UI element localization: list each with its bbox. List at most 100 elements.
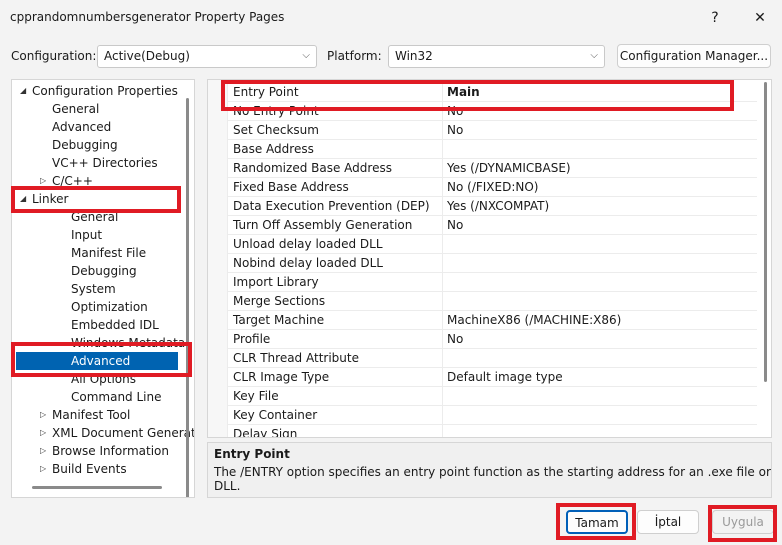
configuration-manager-button[interactable]: Configuration Manager... bbox=[617, 44, 771, 68]
property-row[interactable]: Nobind delay loaded DLL bbox=[228, 254, 757, 273]
collapsed-arrow-icon[interactable]: ▷ bbox=[40, 172, 46, 190]
property-name: Nobind delay loaded DLL bbox=[233, 256, 383, 270]
property-value[interactable]: No (/FIXED:NO) bbox=[447, 180, 539, 194]
tree-item[interactable]: All Options bbox=[12, 370, 182, 388]
tree-item[interactable]: ▷ C/C++ bbox=[12, 172, 182, 190]
property-name: Set Checksum bbox=[233, 123, 319, 137]
tree-horizontal-scrollbar[interactable] bbox=[32, 486, 162, 489]
property-name: Entry Point bbox=[233, 85, 299, 99]
tree-item-label: XML Document Generator bbox=[52, 426, 195, 440]
property-tree: ◢ Configuration Properties General Advanced… bbox=[11, 79, 195, 498]
platform-label: Platform: bbox=[327, 49, 382, 63]
platform-select[interactable]: Win32 ⌵ bbox=[388, 45, 605, 68]
tree-item-label: Linker bbox=[32, 192, 69, 206]
property-row[interactable]: CLR Image Type Default image type bbox=[228, 368, 757, 387]
tree-item[interactable]: VC++ Directories bbox=[12, 154, 182, 172]
property-row[interactable]: Set Checksum No bbox=[228, 121, 757, 140]
apply-button[interactable]: Uygula bbox=[712, 510, 774, 534]
tree-item[interactable]: Optimization bbox=[12, 298, 182, 316]
tree-item-label: Debugging bbox=[71, 264, 137, 278]
property-value[interactable]: Yes (/NXCOMPAT) bbox=[447, 199, 549, 213]
property-value[interactable]: Main bbox=[447, 85, 480, 99]
chevron-down-icon: ⌵ bbox=[590, 50, 598, 61]
property-name: Base Address bbox=[233, 142, 314, 156]
ok-button[interactable]: Tamam bbox=[566, 510, 628, 534]
property-row[interactable]: Randomized Base Address Yes (/DYNAMICBASE… bbox=[228, 159, 757, 178]
property-value[interactable]: No bbox=[447, 104, 463, 118]
property-value[interactable]: Yes (/DYNAMICBASE) bbox=[447, 161, 571, 175]
property-name: Data Execution Prevention (DEP) bbox=[233, 199, 430, 213]
property-name: Profile bbox=[233, 332, 271, 346]
property-row[interactable]: Entry Point Main bbox=[228, 83, 757, 102]
tree-item[interactable]: Input bbox=[12, 226, 182, 244]
tree-item-label: C/C++ bbox=[52, 174, 93, 188]
tree-item[interactable]: Advanced bbox=[12, 118, 182, 136]
column-divider bbox=[442, 178, 443, 197]
property-value[interactable]: Default image type bbox=[447, 370, 563, 384]
grid-gutter bbox=[208, 80, 228, 437]
tree-item[interactable]: General bbox=[12, 100, 182, 118]
property-row[interactable]: Data Execution Prevention (DEP) Yes (/NXC… bbox=[228, 197, 757, 216]
column-divider bbox=[442, 292, 443, 311]
property-row[interactable]: CLR Thread Attribute bbox=[228, 349, 757, 368]
tree-item-label: Browse Information bbox=[52, 444, 169, 458]
tree-item[interactable]: ▷ Manifest Tool bbox=[12, 406, 182, 424]
column-divider bbox=[442, 83, 443, 102]
collapsed-arrow-icon[interactable]: ▷ bbox=[40, 406, 46, 424]
property-value[interactable]: MachineX86 (/MACHINE:X86) bbox=[447, 313, 621, 327]
window-title: cpprandomnumbersgenerator Property Pages bbox=[10, 10, 285, 24]
column-divider bbox=[442, 311, 443, 330]
property-value[interactable]: No bbox=[447, 218, 463, 232]
collapsed-arrow-icon[interactable]: ▷ bbox=[40, 460, 46, 478]
property-row[interactable]: Target Machine MachineX86 (/MACHINE:X86) bbox=[228, 311, 757, 330]
tree-item-label: Configuration Properties bbox=[32, 84, 178, 98]
column-divider bbox=[442, 197, 443, 216]
tree-item[interactable]: System bbox=[12, 280, 182, 298]
property-name: Merge Sections bbox=[233, 294, 326, 308]
property-row[interactable]: Delay Sign bbox=[228, 425, 757, 437]
property-row[interactable]: No Entry Point No bbox=[228, 102, 757, 121]
tree-item[interactable]: ◢ Linker bbox=[12, 190, 182, 208]
tree-item[interactable]: ▷ Browse Information bbox=[12, 442, 182, 460]
description-title: Entry Point bbox=[214, 447, 290, 461]
tree-item[interactable]: Windows Metadata bbox=[12, 334, 185, 352]
tree-item[interactable]: ▷ XML Document Generator bbox=[12, 424, 194, 442]
property-value[interactable]: No bbox=[447, 123, 463, 137]
tree-item[interactable]: ◢ Configuration Properties bbox=[12, 82, 182, 100]
property-row[interactable]: Fixed Base Address No (/FIXED:NO) bbox=[228, 178, 757, 197]
tree-item[interactable]: Embedded IDL bbox=[12, 316, 182, 334]
property-row[interactable]: Key Container bbox=[228, 406, 757, 425]
tree-item[interactable]: ▷ Build Events bbox=[12, 460, 182, 478]
help-icon[interactable]: ? bbox=[700, 6, 730, 30]
description-text: The /ENTRY option specifies an entry poi… bbox=[214, 465, 771, 493]
close-icon[interactable]: ✕ bbox=[745, 6, 775, 30]
property-row[interactable]: Base Address bbox=[228, 140, 757, 159]
tree-item-label: Advanced bbox=[71, 354, 131, 368]
cancel-button[interactable]: İptal bbox=[637, 510, 699, 534]
configuration-select[interactable]: Active(Debug) ⌵ bbox=[97, 45, 317, 68]
property-row[interactable]: Merge Sections bbox=[228, 292, 757, 311]
property-value[interactable]: No bbox=[447, 332, 463, 346]
tree-item[interactable]: Debugging bbox=[12, 262, 182, 280]
tree-item[interactable]: Advanced bbox=[16, 352, 178, 370]
property-row[interactable]: Turn Off Assembly Generation No bbox=[228, 216, 757, 235]
tree-item[interactable]: Manifest File bbox=[12, 244, 182, 262]
property-row[interactable]: Key File bbox=[228, 387, 757, 406]
property-name: Unload delay loaded DLL bbox=[233, 237, 383, 251]
expanded-arrow-icon[interactable]: ◢ bbox=[20, 190, 26, 208]
property-name: Turn Off Assembly Generation bbox=[233, 218, 413, 232]
tree-vertical-scrollbar[interactable] bbox=[186, 98, 189, 497]
property-row[interactable]: Profile No bbox=[228, 330, 757, 349]
collapsed-arrow-icon[interactable]: ▷ bbox=[40, 424, 46, 442]
column-divider bbox=[442, 102, 443, 121]
tree-item[interactable]: Debugging bbox=[12, 136, 182, 154]
property-name: Randomized Base Address bbox=[233, 161, 392, 175]
column-divider bbox=[442, 330, 443, 349]
expanded-arrow-icon[interactable]: ◢ bbox=[20, 82, 26, 100]
grid-vertical-scrollbar[interactable] bbox=[764, 82, 767, 382]
tree-item[interactable]: General bbox=[12, 208, 182, 226]
property-row[interactable]: Unload delay loaded DLL bbox=[228, 235, 757, 254]
property-row[interactable]: Import Library bbox=[228, 273, 757, 292]
collapsed-arrow-icon[interactable]: ▷ bbox=[40, 442, 46, 460]
tree-item[interactable]: Command Line bbox=[12, 388, 182, 406]
